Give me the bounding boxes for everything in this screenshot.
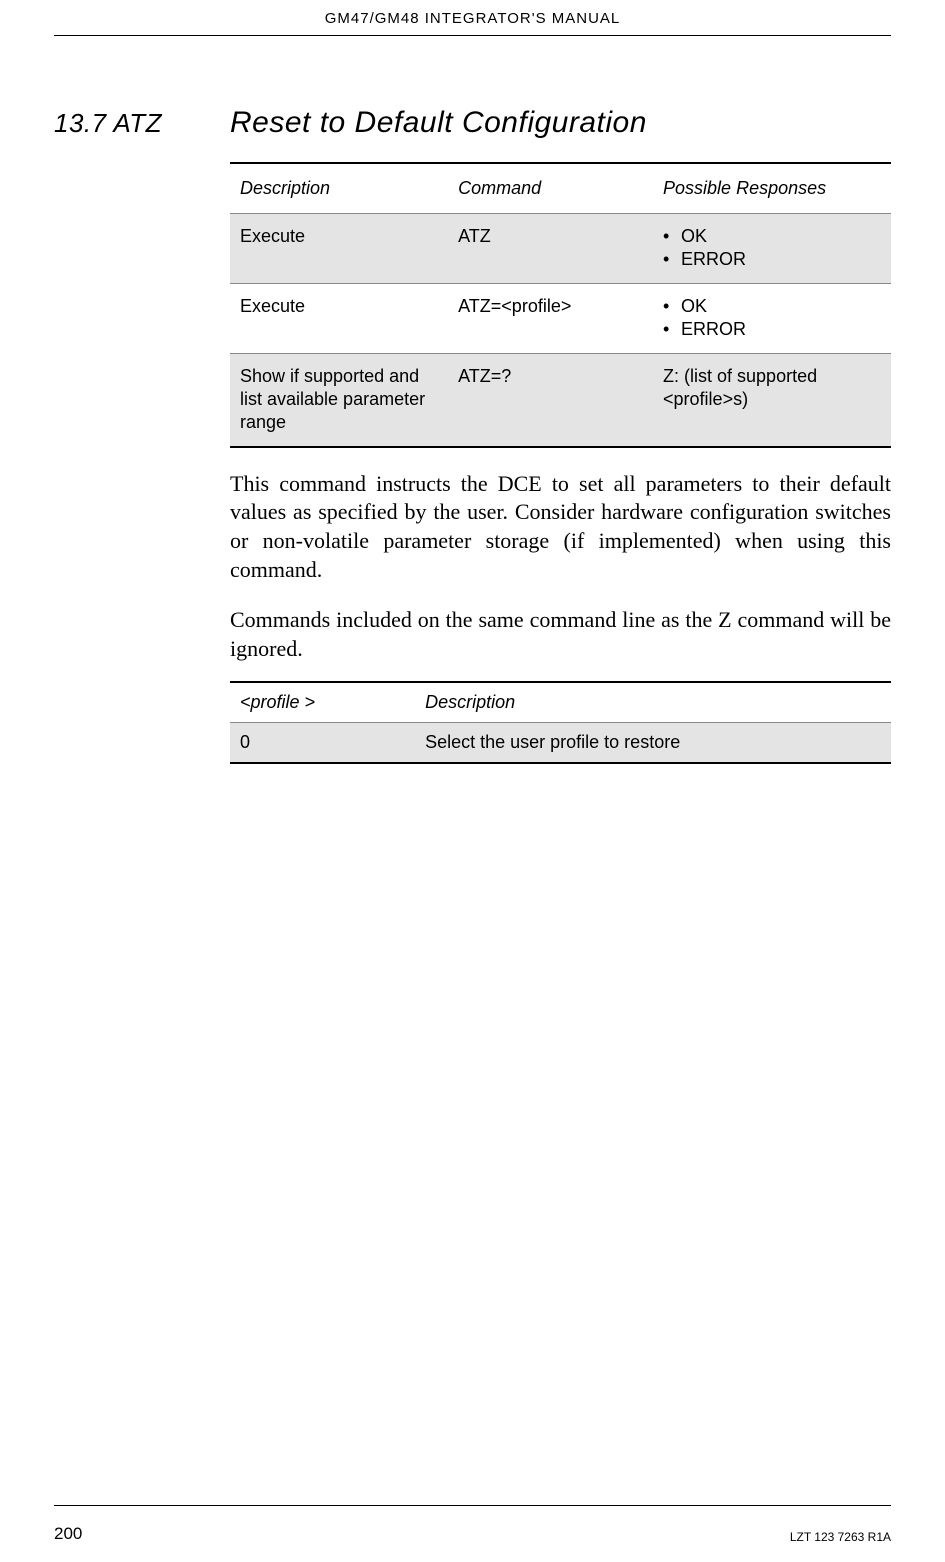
cell-responses: OK ERROR bbox=[653, 283, 891, 353]
cell-profile-description: Select the user profile to restore bbox=[415, 723, 891, 764]
document-code: LZT 123 7263 R1A bbox=[790, 1530, 891, 1544]
section-number: 13.7 ATZ bbox=[54, 108, 230, 139]
page-number: 200 bbox=[54, 1524, 82, 1544]
paragraph: This command instructs the DCE to set al… bbox=[230, 470, 891, 584]
cell-profile-value: 0 bbox=[230, 723, 415, 764]
paragraph: Commands included on the same command li… bbox=[230, 606, 891, 663]
cell-description: Execute bbox=[230, 214, 448, 284]
response-item: ERROR bbox=[663, 318, 881, 341]
response-list: OK ERROR bbox=[663, 295, 881, 342]
cell-responses: Z: (list of supported <profile>s) bbox=[653, 353, 891, 447]
table-row: Show if supported and list available par… bbox=[230, 353, 891, 447]
col-header-profile: <profile > bbox=[230, 682, 415, 723]
content-area: Description Command Possible Responses E… bbox=[230, 162, 891, 764]
table-header-row: <profile > Description bbox=[230, 682, 891, 723]
command-table: Description Command Possible Responses E… bbox=[230, 162, 891, 448]
col-header-responses: Possible Responses bbox=[653, 163, 891, 214]
section-title: Reset to Default Configuration bbox=[230, 106, 647, 140]
cell-command: ATZ=? bbox=[448, 353, 653, 447]
cell-description: Execute bbox=[230, 283, 448, 353]
section-heading: 13.7 ATZ Reset to Default Configuration bbox=[54, 106, 891, 140]
footer-rule bbox=[54, 1505, 891, 1506]
response-item: OK bbox=[663, 225, 881, 248]
page: GM47/GM48 INTEGRATOR'S MANUAL 13.7 ATZ R… bbox=[0, 0, 945, 1562]
running-header: GM47/GM48 INTEGRATOR'S MANUAL bbox=[54, 10, 891, 35]
col-header-command: Command bbox=[448, 163, 653, 214]
header-rule bbox=[54, 35, 891, 36]
profile-table: <profile > Description 0 Select the user… bbox=[230, 681, 891, 764]
table-row: Execute ATZ=<profile> OK ERROR bbox=[230, 283, 891, 353]
response-item: OK bbox=[663, 295, 881, 318]
response-list: OK ERROR bbox=[663, 225, 881, 272]
cell-command: ATZ=<profile> bbox=[448, 283, 653, 353]
response-item: ERROR bbox=[663, 248, 881, 271]
table-row: 0 Select the user profile to restore bbox=[230, 723, 891, 764]
col-header-description: Description bbox=[415, 682, 891, 723]
col-header-description: Description bbox=[230, 163, 448, 214]
cell-command: ATZ bbox=[448, 214, 653, 284]
cell-description: Show if supported and list available par… bbox=[230, 353, 448, 447]
table-row: Execute ATZ OK ERROR bbox=[230, 214, 891, 284]
table-header-row: Description Command Possible Responses bbox=[230, 163, 891, 214]
cell-responses: OK ERROR bbox=[653, 214, 891, 284]
